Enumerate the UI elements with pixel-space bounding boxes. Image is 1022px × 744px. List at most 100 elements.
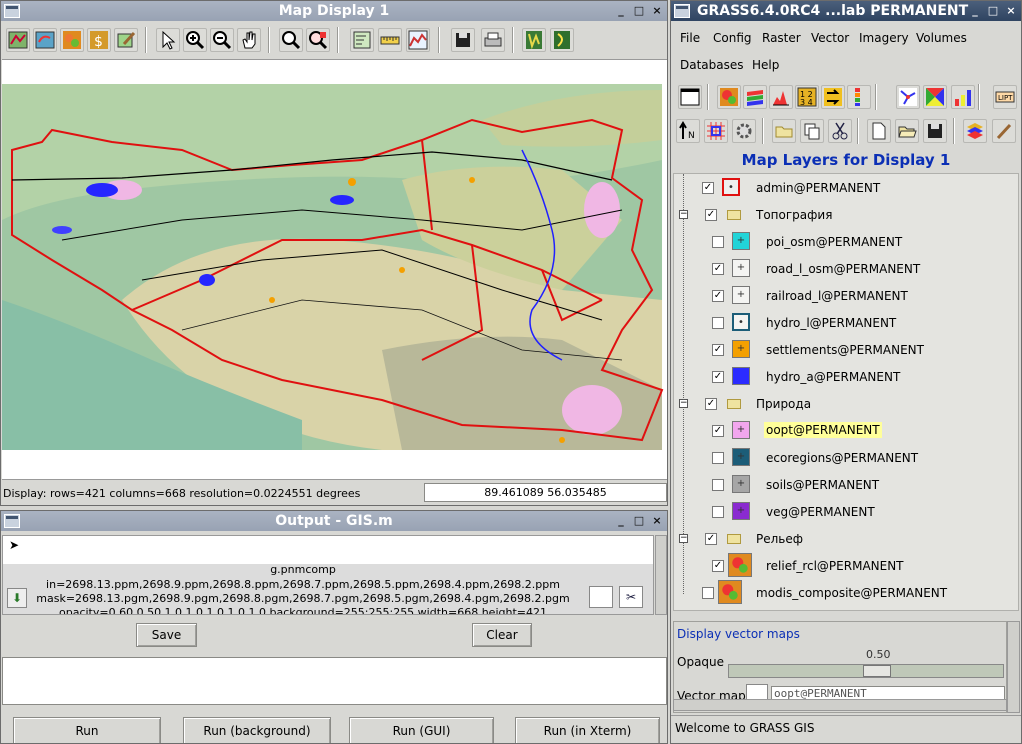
delete-layer-button[interactable] xyxy=(828,119,852,143)
group-row-topography[interactable]: − ✓ Топография xyxy=(674,201,1004,228)
layer-row-soils[interactable]: + soils@PERMANENT xyxy=(674,471,1004,498)
window-menu-icon[interactable] xyxy=(674,4,690,18)
layer-row-hydro-l[interactable]: • hydro_l@PERMANENT xyxy=(674,309,1004,336)
group-row-relief[interactable]: − ✓ Рельеф xyxy=(674,525,1004,552)
collapse-icon[interactable]: − xyxy=(679,210,688,219)
layer-visibility-checkbox[interactable] xyxy=(712,236,724,248)
edit-button[interactable] xyxy=(114,28,138,52)
layer-label[interactable]: hydro_l@PERMANENT xyxy=(766,316,896,330)
layer-visibility-checkbox[interactable] xyxy=(712,479,724,491)
duplicate-layer-button[interactable] xyxy=(800,119,824,143)
command-input[interactable] xyxy=(2,657,667,705)
collapse-icon[interactable]: − xyxy=(679,534,688,543)
layer-label[interactable]: soils@PERMANENT xyxy=(766,478,879,492)
window-menu-icon[interactable] xyxy=(4,4,20,18)
add-scale-button[interactable] xyxy=(732,119,756,143)
save-button[interactable]: Save xyxy=(136,623,197,647)
group-label[interactable]: Природа xyxy=(756,397,811,411)
layer-row-oopt[interactable]: ✓ + oopt@PERMANENT xyxy=(674,417,1004,444)
close-icon[interactable]: × xyxy=(1003,3,1019,19)
group-row-nature[interactable]: − ✓ Природа xyxy=(674,390,1004,417)
profile-button[interactable] xyxy=(406,28,430,52)
map-image[interactable] xyxy=(2,60,667,481)
add-vector-button[interactable] xyxy=(896,85,920,109)
minimize-icon[interactable]: _ xyxy=(613,513,629,529)
run-gui-button[interactable]: Run (GUI) xyxy=(349,717,494,743)
map-canvas[interactable] xyxy=(2,59,667,480)
group-label[interactable]: Рельеф xyxy=(756,532,803,546)
close-icon[interactable]: × xyxy=(649,513,665,529)
pointer-button[interactable] xyxy=(156,28,180,52)
window-menu-icon[interactable] xyxy=(4,514,20,528)
raster-arrows-button[interactable] xyxy=(821,85,845,109)
layer-row-settlements[interactable]: ✓ + settlements@PERMANENT xyxy=(674,336,1004,363)
run-xterm-button[interactable]: Run (in Xterm) xyxy=(515,717,660,743)
group-visibility-checkbox[interactable]: ✓ xyxy=(705,209,717,221)
layer-row-hydro-a[interactable]: ✓ hydro_a@PERMANENT xyxy=(674,363,1004,390)
run-button[interactable]: Run xyxy=(13,717,161,743)
menu-help[interactable]: Help xyxy=(752,58,779,72)
layer-visibility-checkbox[interactable]: ✓ xyxy=(712,371,724,383)
save-display-button[interactable] xyxy=(451,28,475,52)
print-button[interactable] xyxy=(481,28,505,52)
new-workspace-button[interactable] xyxy=(867,119,891,143)
layer-visibility-checkbox[interactable] xyxy=(712,506,724,518)
layer-label-selected[interactable]: oopt@PERMANENT xyxy=(764,422,882,438)
edit-vector-button[interactable] xyxy=(992,119,1016,143)
add-grid-button[interactable] xyxy=(704,119,728,143)
save-workspace-button[interactable] xyxy=(923,119,947,143)
zoom-in-button[interactable] xyxy=(183,28,207,52)
layer-label[interactable]: admin@PERMANENT xyxy=(756,181,880,195)
clear-button[interactable]: Clear xyxy=(472,623,532,647)
gis-manager-titlebar[interactable]: GRASS6.4.0RC4 ...lab PERMANENT _ □ × xyxy=(671,1,1021,21)
layer-visibility-checkbox[interactable] xyxy=(712,317,724,329)
add-group-button[interactable] xyxy=(772,119,796,143)
layer-label[interactable]: road_l_osm@PERMANENT xyxy=(766,262,920,276)
zoom-back-button[interactable] xyxy=(279,28,303,52)
maximize-icon[interactable]: □ xyxy=(985,3,1001,19)
layer-label[interactable]: poi_osm@PERMANENT xyxy=(766,235,902,249)
layer-visibility-checkbox[interactable]: ✓ xyxy=(712,425,724,437)
legend-button[interactable] xyxy=(550,28,574,52)
menu-vector[interactable]: Vector xyxy=(811,31,849,45)
zoom-menu-button[interactable] xyxy=(306,28,330,52)
color-legend-button[interactable] xyxy=(847,85,871,109)
layer-label[interactable]: relief_rcl@PERMANENT xyxy=(766,559,904,573)
layer-visibility-checkbox[interactable]: ✓ xyxy=(712,263,724,275)
pan-button[interactable] xyxy=(237,28,261,52)
close-icon[interactable]: × xyxy=(649,3,665,19)
layer-row-relief-rcl[interactable]: ✓ relief_rcl@PERMANENT xyxy=(674,552,1004,579)
digitize-button[interactable] xyxy=(963,119,987,143)
menu-config[interactable]: Config xyxy=(713,31,752,45)
output-log[interactable]: ➤ ⬇ g.pnmcomp in=2698.13.ppm,2698.9.ppm,… xyxy=(2,535,654,615)
layer-label[interactable]: ecoregions@PERMANENT xyxy=(766,451,918,465)
layer-label[interactable]: railroad_l@PERMANENT xyxy=(766,289,908,303)
minimize-icon[interactable]: _ xyxy=(967,3,983,19)
labels-button[interactable]: LIPT xyxy=(993,85,1017,109)
layer-row-railroad-l[interactable]: ✓ + railroad_l@PERMANENT xyxy=(674,282,1004,309)
layer-row-ecoregions[interactable]: + ecoregions@PERMANENT xyxy=(674,444,1004,471)
new-monitor-button[interactable] xyxy=(678,85,702,109)
run-background-button[interactable]: Run (background) xyxy=(183,717,331,743)
properties-vscrollbar[interactable] xyxy=(1007,621,1020,713)
open-workspace-button[interactable] xyxy=(895,119,919,143)
add-raster-button[interactable] xyxy=(60,28,84,52)
layer-row-veg[interactable]: + veg@PERMANENT xyxy=(674,498,1004,525)
opacity-slider-handle[interactable] xyxy=(863,665,891,677)
layer-visibility-checkbox[interactable]: ✓ xyxy=(712,290,724,302)
group-visibility-checkbox[interactable]: ✓ xyxy=(705,398,717,410)
measure-button[interactable] xyxy=(378,28,402,52)
layer-tree[interactable]: ✓ • admin@PERMANENT − ✓ Топография + poi… xyxy=(673,173,1019,611)
console-icon[interactable] xyxy=(589,586,613,608)
opacity-slider-track[interactable] xyxy=(728,664,1004,678)
layer-label[interactable]: settlements@PERMANENT xyxy=(766,343,924,357)
layer-label[interactable]: veg@PERMANENT xyxy=(766,505,875,519)
scissors-icon[interactable]: ✂ xyxy=(619,586,643,608)
map-display-titlebar[interactable]: Map Display 1 _ □ × xyxy=(1,1,667,21)
add-raster-layer-button[interactable] xyxy=(717,85,741,109)
menu-volumes[interactable]: Volumes xyxy=(916,31,967,45)
menu-raster[interactable]: Raster xyxy=(762,31,801,45)
redraw-button[interactable] xyxy=(33,28,57,52)
layer-visibility-checkbox[interactable] xyxy=(712,452,724,464)
group-label[interactable]: Топография xyxy=(756,208,832,222)
